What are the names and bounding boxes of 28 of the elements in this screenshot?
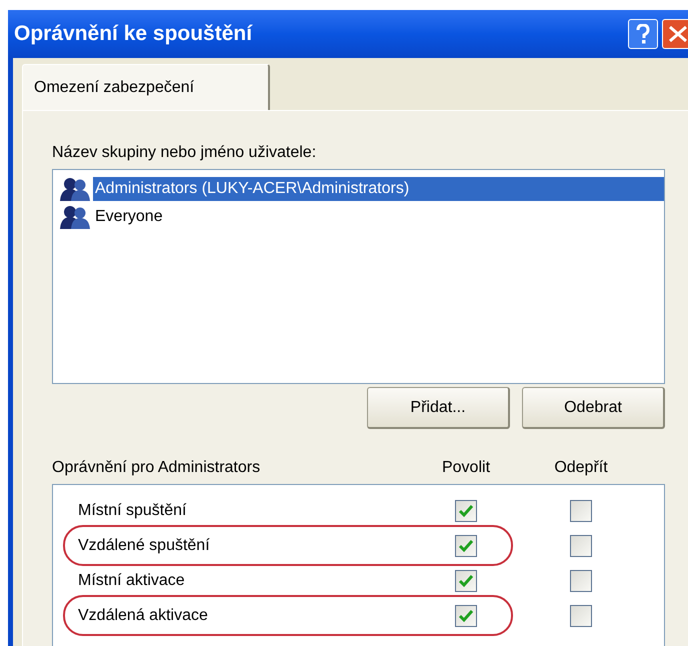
dialog-button[interactable]: Odebrat (522, 387, 665, 429)
user-item[interactable]: Administrators (LUKY-ACER\Administrators) (93, 177, 664, 201)
checkbox[interactable] (455, 500, 477, 522)
user-group-icon (59, 177, 91, 201)
checkbox[interactable] (570, 534, 592, 556)
checkbox[interactable] (455, 604, 477, 626)
column-header: Odepřít (553, 458, 609, 478)
checkbox[interactable] (570, 604, 592, 626)
help-icon (636, 24, 650, 44)
user-group-icon (59, 205, 91, 229)
checkbox[interactable] (570, 570, 592, 592)
column-header: Povolit (440, 458, 492, 478)
window-title: Oprávnění ke spouštění (14, 21, 254, 48)
permission-label: Vzdálené spuštění (77, 536, 211, 556)
user-item[interactable]: Everyone (93, 205, 664, 229)
permission-label: Místní spuštění (77, 500, 188, 520)
close-button[interactable] (662, 19, 688, 49)
checkbox[interactable] (570, 500, 592, 522)
permission-label: Vzdálená aktivace (77, 606, 209, 626)
users-label: Název skupiny nebo jméno uživatele: (52, 143, 318, 163)
close-icon (668, 25, 688, 43)
permissions-label: Oprávnění pro Administrators (52, 458, 262, 478)
checkbox[interactable] (455, 570, 477, 592)
dialog-button[interactable]: Přidat... (367, 387, 510, 429)
tab[interactable]: Omezení zabezpečení (22, 64, 270, 110)
help-button[interactable] (628, 19, 658, 49)
permission-label: Místní aktivace (77, 570, 186, 590)
checkbox[interactable] (455, 534, 477, 556)
